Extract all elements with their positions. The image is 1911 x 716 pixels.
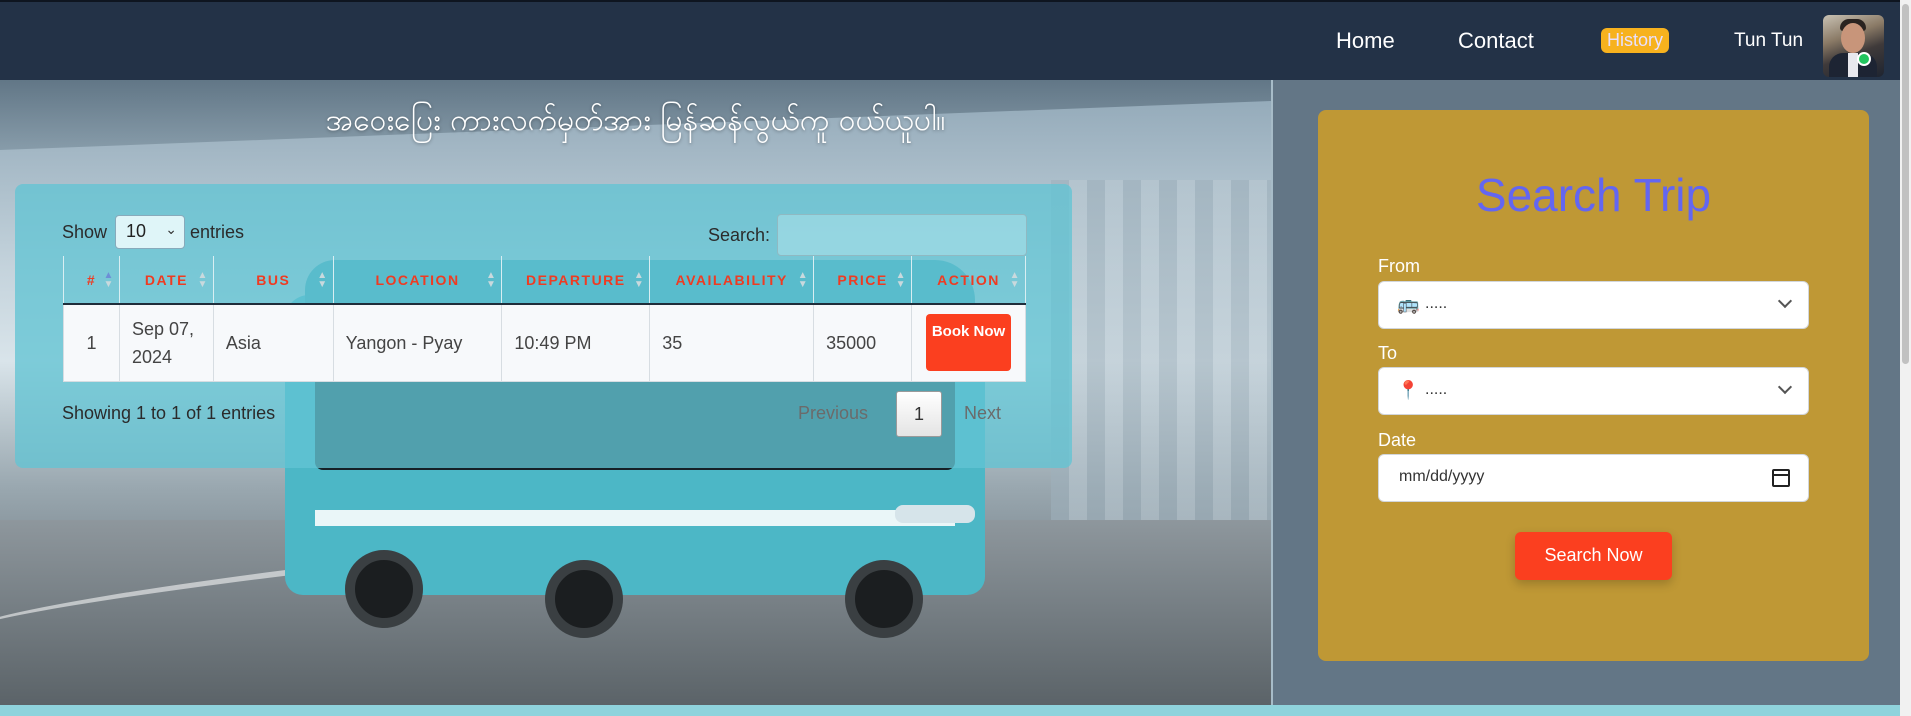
cell-location: Yangon - Pyay	[332, 303, 503, 382]
book-now-button[interactable]: Book Now	[926, 314, 1012, 372]
search-now-button[interactable]: Search Now	[1515, 532, 1672, 580]
to-select[interactable]: 📍 .....	[1378, 367, 1809, 415]
bus-stripe	[315, 510, 955, 526]
cell-bus: Asia	[212, 303, 334, 382]
sort-icon: ▲ ▼	[103, 270, 115, 290]
bus-wheel	[345, 550, 423, 628]
page-size-value: 10	[126, 221, 147, 241]
column-header-price[interactable]: PRICE ▲ ▼	[813, 256, 913, 305]
to-label: To	[1378, 343, 1398, 363]
column-header-availability[interactable]: AVAILABILITY ▲ ▼	[649, 256, 815, 305]
chevron-down-icon	[1777, 293, 1793, 309]
sort-icon: ▲ ▼	[197, 270, 209, 290]
avatar-face	[1841, 23, 1865, 53]
sort-icon: ▲ ▼	[633, 270, 646, 290]
table-row: 1 Sep 07, 2024 Asia Yangon - Pyay 10:49 …	[63, 303, 1026, 382]
trips-table: # ▲ ▼ DATE ▲ ▼ BUS ▲ ▼ LOCATION ▲ ▼ DEPARTURE ▲ ▼ …	[63, 256, 1026, 382]
page-size-select[interactable]: 10 ⌄	[115, 215, 185, 249]
from-label: From	[1378, 256, 1420, 276]
nav-contact-link[interactable]: Contact	[1458, 28, 1534, 54]
date-label: Date	[1378, 430, 1417, 450]
cell-departure: 10:49 PM	[501, 303, 651, 382]
calendar-icon[interactable]	[1772, 469, 1790, 487]
show-label: Show	[62, 222, 108, 242]
bus-wheel	[545, 560, 623, 638]
sort-icon: ▲ ▼	[797, 270, 810, 290]
bus-lamp	[895, 505, 975, 523]
navbar: Home Contact History Tun Tun	[0, 0, 1911, 80]
online-status-dot	[1857, 52, 1871, 66]
bus-wheel	[845, 560, 923, 638]
column-header-location[interactable]: LOCATION ▲ ▼	[332, 256, 503, 305]
scrollbar-thumb[interactable]	[1902, 4, 1909, 364]
column-header-bus[interactable]: BUS ▲ ▼	[212, 256, 334, 305]
pagination-page-1[interactable]: 1	[896, 391, 942, 437]
cell-no: 1	[63, 303, 120, 382]
pagination-next[interactable]: Next	[964, 403, 1001, 424]
sort-icon: ▲ ▼	[895, 270, 908, 290]
cell-date: Sep 07, 2024	[118, 303, 214, 382]
table-info: Showing 1 to 1 of 1 entries	[62, 403, 276, 423]
table-search-label: Search:	[708, 225, 771, 245]
hero-title: အဝေးပြေး ကားလက်မှတ်အား မြန်ဆန်လွယ်ကူ ဝယ်…	[325, 103, 946, 138]
cell-price: 35000	[813, 303, 913, 382]
date-input[interactable]: mm/dd/yyyy	[1378, 454, 1809, 502]
pin-icon: 📍	[1397, 380, 1420, 401]
entries-label: entries	[190, 222, 245, 242]
chevron-down-icon: ⌄	[165, 221, 177, 237]
to-value: .....	[1425, 381, 1448, 398]
nav-history-link[interactable]: History	[1601, 28, 1670, 53]
column-header-departure[interactable]: DEPARTURE ▲ ▼	[501, 256, 651, 305]
avatar[interactable]	[1823, 15, 1884, 77]
search-trip-title: Search Trip	[1475, 169, 1712, 221]
from-select[interactable]: 🚌 .....	[1378, 281, 1809, 329]
sort-icon: ▲ ▼	[1009, 270, 1021, 290]
bottom-bar	[0, 705, 1900, 716]
table-search-input[interactable]	[777, 214, 1027, 256]
date-placeholder: mm/dd/yyyy	[1399, 468, 1485, 485]
column-header-date[interactable]: DATE ▲ ▼	[118, 256, 214, 305]
column-header-action[interactable]: ACTION ▲ ▼	[911, 256, 1026, 305]
sort-icon: ▲ ▼	[317, 270, 329, 290]
user-name[interactable]: Tun Tun	[1734, 30, 1803, 52]
cell-availability: 35	[649, 303, 815, 382]
sort-icon: ▲ ▼	[486, 270, 498, 290]
pagination-previous[interactable]: Previous	[798, 403, 868, 424]
page-scrollbar[interactable]	[1900, 0, 1911, 716]
from-value: .....	[1425, 295, 1448, 312]
chevron-down-icon	[1777, 379, 1793, 395]
cell-action: Book Now	[911, 303, 1026, 382]
nav-home-link[interactable]: Home	[1336, 28, 1395, 54]
column-header-no[interactable]: # ▲ ▼	[63, 256, 120, 305]
bus-icon: 🚌	[1397, 294, 1420, 315]
